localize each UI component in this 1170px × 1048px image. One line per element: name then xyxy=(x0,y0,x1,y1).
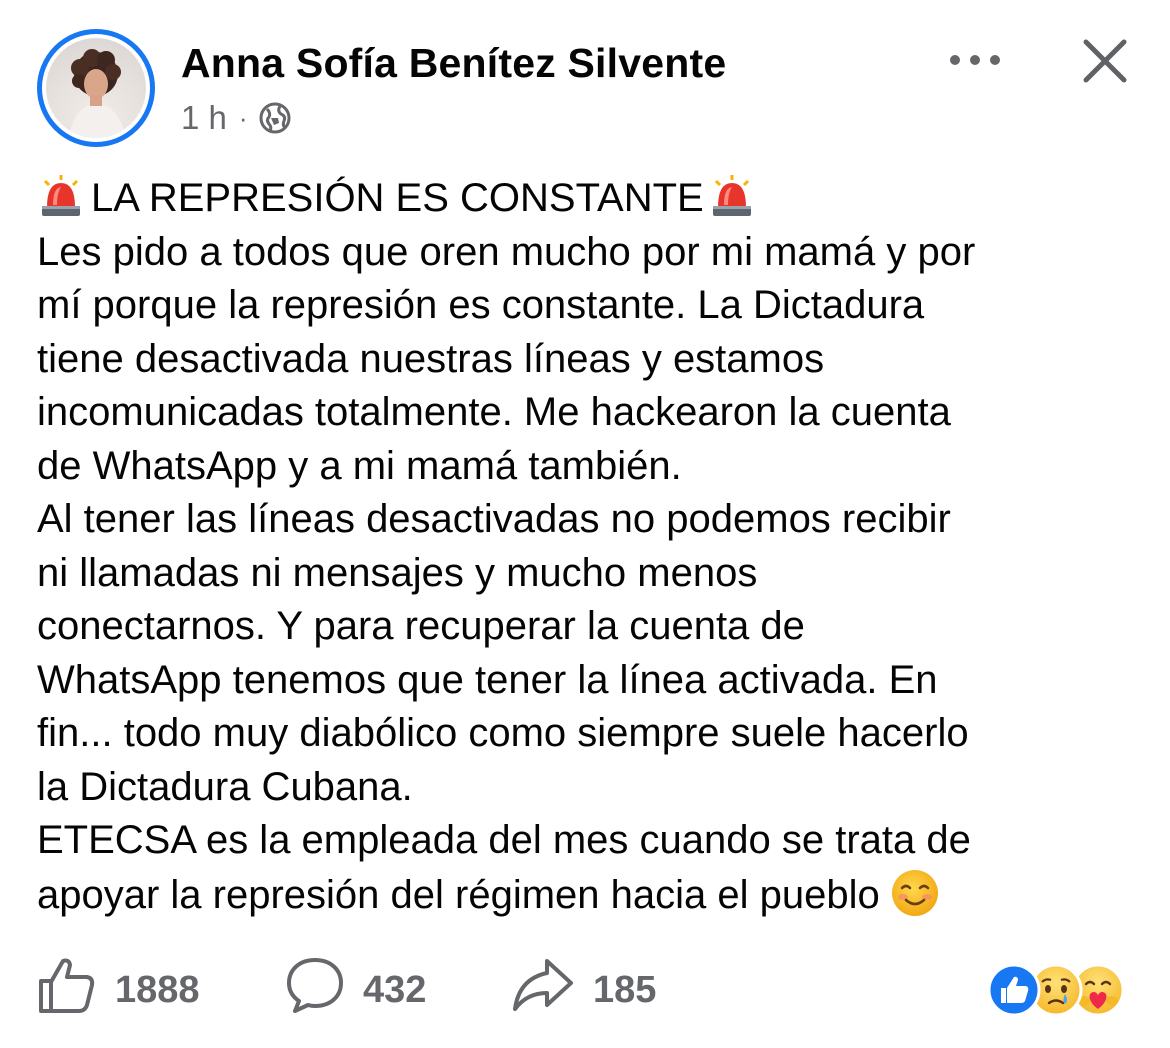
post-time[interactable]: 1 h xyxy=(181,99,227,137)
post-line: tiene desactivada nuestras líneas y esta… xyxy=(37,336,825,381)
post-actions: 1888 432 185 xyxy=(37,955,1137,1025)
like-reaction-icon xyxy=(987,963,1041,1017)
comment-button[interactable]: 432 xyxy=(285,955,426,1025)
police-siren-emoji xyxy=(712,174,751,216)
facebook-post: Anna Sofía Benítez Silvente 1 h · LA REP… xyxy=(0,0,1170,1048)
post-line: fin... todo muy diabólico como siempre s… xyxy=(37,711,969,755)
post-line: Les pido a todos que oren mucho por mi m… xyxy=(37,229,976,274)
post-line-text: apoyar la represión del régimen hacia el… xyxy=(37,872,880,917)
share-count: 185 xyxy=(593,968,657,1011)
share-icon xyxy=(511,955,575,1025)
post-meta: 1 h · xyxy=(181,96,292,140)
close-icon xyxy=(1083,39,1127,83)
smiling-face-emoji xyxy=(891,869,938,916)
like-button[interactable]: 1888 xyxy=(37,955,200,1025)
more-options-icon xyxy=(950,55,1000,65)
post-line: mí porque la represión es constante. La … xyxy=(37,283,925,327)
close-button[interactable] xyxy=(1078,34,1132,88)
headline-text: LA REPRESIÓN ES CONSTANTE xyxy=(91,176,704,220)
comment-count: 432 xyxy=(363,968,427,1011)
post-line-last: apoyar la represión del régimen hacia el… xyxy=(37,868,1137,923)
meta-separator: · xyxy=(238,102,248,133)
post-line: ETECSA es la empleada del mes cuando se … xyxy=(37,818,971,862)
post-line: la Dictadura Cubana. xyxy=(37,764,413,809)
reactions-summary[interactable] xyxy=(987,963,1137,1019)
post-line: ni llamadas ni mensajes y mucho menos xyxy=(37,550,758,595)
post-line: WhatsApp tenemos que tener la línea acti… xyxy=(37,657,938,702)
avatar-photo xyxy=(46,38,146,138)
post-line: de WhatsApp y a mi mamá también. xyxy=(37,443,682,488)
author-name[interactable]: Anna Sofía Benítez Silvente xyxy=(181,40,726,87)
comment-icon xyxy=(285,955,345,1025)
post-headline: LA REPRESIÓN ES CONSTANTE xyxy=(37,172,1137,226)
post-line: incomunicadas totalmente. Me hackearon l… xyxy=(37,390,951,434)
avatar[interactable] xyxy=(37,29,155,147)
thumbs-up-icon xyxy=(37,955,97,1025)
post-text: LA REPRESIÓN ES CONSTANTE Les pido a tod… xyxy=(37,172,1137,922)
share-button[interactable]: 185 xyxy=(511,955,656,1025)
like-count: 1888 xyxy=(115,968,200,1011)
post-line: conectarnos. Y para recuperar la cuenta … xyxy=(37,604,805,648)
more-options-button[interactable] xyxy=(940,38,1010,82)
post-line: Al tener las líneas desactivadas no pode… xyxy=(37,497,951,541)
police-siren-emoji xyxy=(42,174,80,216)
globe-icon[interactable] xyxy=(258,101,292,135)
